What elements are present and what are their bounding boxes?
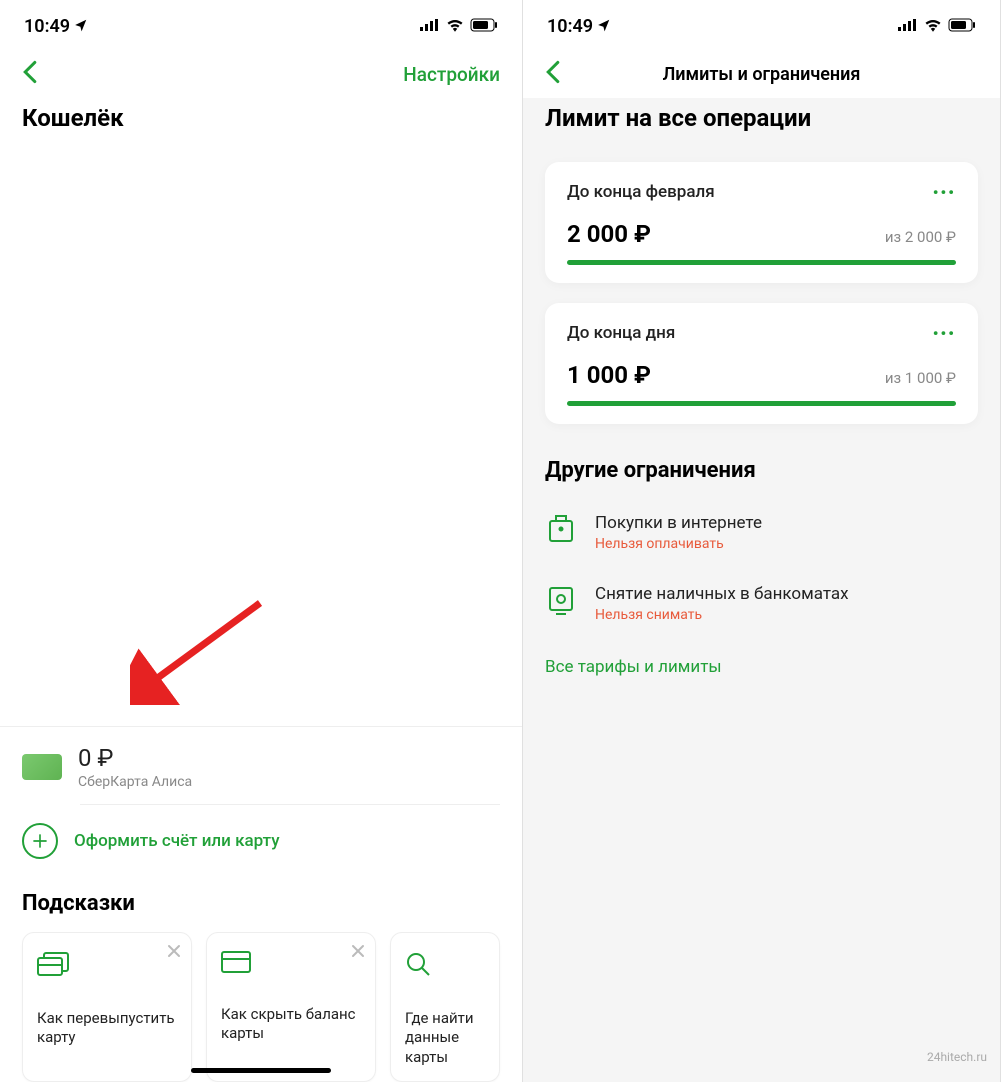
status-icons — [420, 17, 498, 36]
shopping-bag-icon — [545, 513, 577, 543]
battery-icon — [470, 17, 498, 36]
status-time-block: 10:49 — [547, 16, 611, 37]
limit-current: 2 000 ₽ — [567, 220, 651, 248]
restriction-status: Нельзя оплачивать — [595, 536, 762, 552]
location-icon — [597, 16, 611, 37]
phone-right: 10:49 Лимиты и ограничения Лимит на все … — [523, 0, 1001, 1082]
restriction-label: Снятие наличных в банкоматах — [595, 584, 849, 604]
card-name: СберКарта Алиса — [78, 774, 500, 790]
back-button[interactable] — [545, 60, 561, 88]
status-bar: 10:49 — [523, 0, 1000, 46]
home-indicator[interactable] — [191, 1068, 331, 1073]
add-card-row[interactable]: Оформить счёт или карту — [0, 805, 522, 877]
spacer — [0, 142, 522, 726]
all-tariffs-link[interactable]: Все тарифы и лимиты — [545, 639, 978, 695]
status-bar: 10:49 — [0, 0, 522, 46]
limit-card[interactable]: До конца февраля ••• 2 000 ₽ из 2 000 ₽ — [545, 162, 978, 283]
tips-row[interactable]: Как перевыпустить карту Как скрыть балан… — [0, 932, 522, 1082]
more-icon[interactable]: ••• — [933, 183, 956, 202]
watermark: 24hitech.ru — [927, 1050, 987, 1064]
card-info: 0 ₽ СберКарта Алиса — [78, 745, 500, 789]
nav-bar: Настройки — [0, 46, 522, 98]
battery-icon — [948, 17, 976, 36]
plus-icon — [22, 823, 58, 859]
location-icon — [74, 16, 88, 37]
right-body: Лимит на все операции До конца февраля •… — [523, 98, 1000, 1082]
status-time: 10:49 — [547, 16, 593, 37]
card-icon — [22, 754, 62, 780]
tip-card[interactable]: Как скрыть баланс карты — [206, 932, 376, 1082]
tip-text: Как скрыть баланс карты — [221, 1005, 361, 1044]
limit-card[interactable]: До конца дня ••• 1 000 ₽ из 1 000 ₽ — [545, 303, 978, 424]
card-icon — [221, 951, 361, 977]
limit-period: До конца дня — [567, 323, 675, 343]
tip-card[interactable]: Как перевыпустить карту — [22, 932, 192, 1082]
nav-bar: Лимиты и ограничения — [523, 46, 1000, 98]
back-button[interactable] — [22, 60, 38, 88]
status-time: 10:49 — [24, 16, 70, 37]
wifi-icon — [924, 17, 942, 36]
progress-bar — [567, 401, 956, 406]
signal-icon — [420, 17, 440, 36]
tip-card[interactable]: Где найти данные карты — [390, 932, 500, 1082]
restriction-label: Покупки в интернете — [595, 513, 762, 533]
atm-icon — [545, 584, 577, 616]
phone-left: 10:49 Настройки Кошелёк 0 ₽ — [0, 0, 523, 1082]
limit-total: из 1 000 ₽ — [885, 369, 956, 387]
restriction-status: Нельзя снимать — [595, 607, 849, 623]
tips-title: Подсказки — [0, 877, 522, 932]
nav-title: Лимиты и ограничения — [561, 64, 962, 85]
restriction-row[interactable]: Снятие наличных в банкоматах Нельзя сним… — [545, 568, 978, 639]
cards-icon — [37, 951, 177, 981]
limit-current: 1 000 ₽ — [567, 361, 651, 389]
other-restrictions-title: Другие ограничения — [545, 424, 978, 497]
limit-total: из 2 000 ₽ — [885, 228, 956, 246]
search-icon — [405, 951, 485, 981]
add-card-label: Оформить счёт или карту — [74, 831, 280, 851]
nav-settings-link[interactable]: Настройки — [403, 63, 500, 86]
limit-period: До конца февраля — [567, 182, 715, 202]
progress-bar — [567, 260, 956, 265]
restriction-row[interactable]: Покупки в интернете Нельзя оплачивать — [545, 497, 978, 568]
section-title: Лимит на все операции — [545, 98, 978, 142]
close-icon[interactable] — [351, 943, 365, 962]
more-icon[interactable]: ••• — [933, 324, 956, 343]
card-row[interactable]: 0 ₽ СберКарта Алиса — [0, 727, 522, 803]
status-time-block: 10:49 — [24, 16, 88, 37]
card-balance: 0 ₽ — [78, 745, 500, 771]
status-icons — [898, 17, 976, 36]
close-icon[interactable] — [167, 943, 181, 962]
signal-icon — [898, 17, 918, 36]
tip-text: Как перевыпустить карту — [37, 1009, 177, 1048]
page-title: Кошелёк — [0, 98, 522, 142]
wifi-icon — [446, 17, 464, 36]
tip-text: Где найти данные карты — [405, 1009, 485, 1068]
